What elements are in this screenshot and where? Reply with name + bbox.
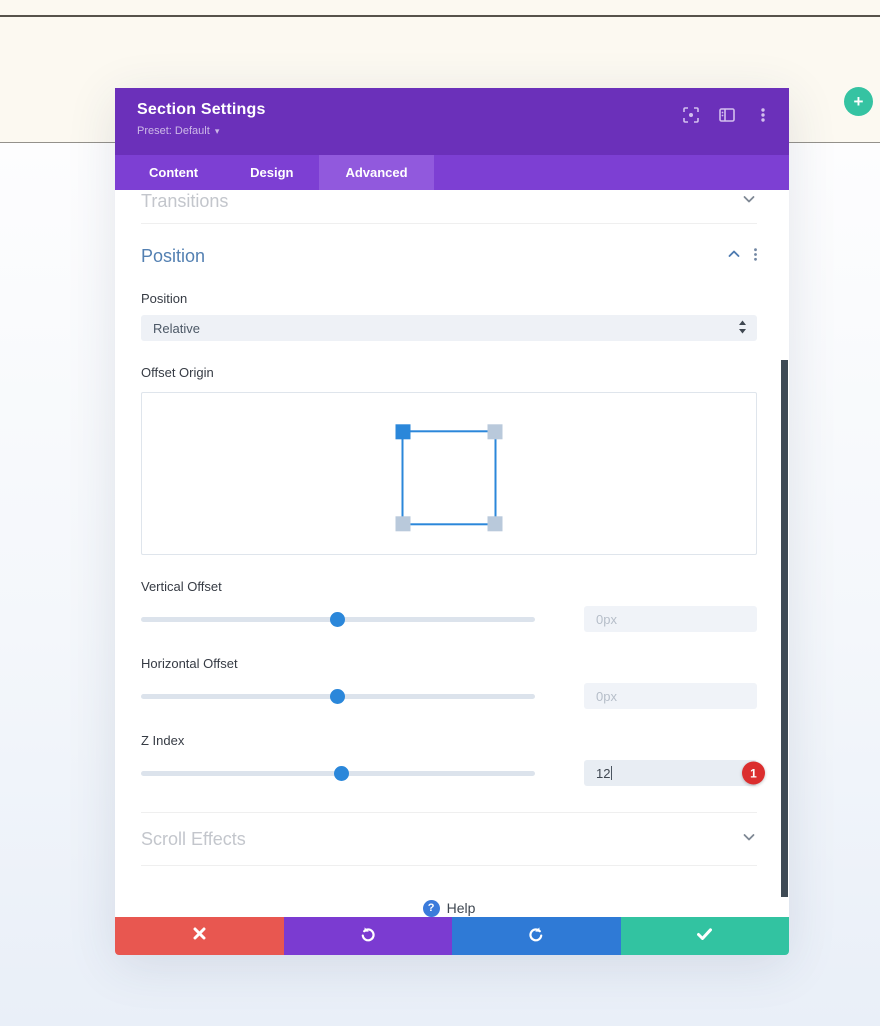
position-select-value: Relative — [153, 320, 200, 336]
horizontal-offset-row — [141, 683, 757, 709]
undo-icon — [360, 926, 376, 947]
vertical-offset-slider[interactable] — [141, 611, 535, 627]
plus-icon: + — [853, 91, 864, 111]
offset-origin-label: Offset Origin — [141, 365, 214, 380]
check-icon — [697, 927, 713, 945]
vertical-offset-row — [141, 606, 757, 632]
tab-advanced[interactable]: Advanced — [319, 155, 434, 190]
z-index-value: 12 — [596, 765, 611, 781]
transitions-section-title: Transitions — [141, 191, 229, 211]
section-settings-modal: Section Settings Preset: Default ▾ Conte… — [115, 88, 789, 955]
position-select[interactable]: Relative — [141, 315, 757, 341]
z-index-row: 12 1 — [141, 760, 765, 786]
modal-header-left: Section Settings Preset: Default ▾ — [137, 101, 266, 155]
modal-body: Transitions Position Position Relative O… — [115, 190, 789, 917]
section-kebab-icon[interactable] — [754, 247, 757, 266]
horizontal-offset-label: Horizontal Offset — [141, 656, 238, 671]
slider-thumb[interactable] — [330, 611, 345, 627]
tab-content[interactable]: Content — [123, 155, 224, 190]
horizontal-offset-slider[interactable] — [141, 688, 535, 704]
z-index-slider[interactable] — [141, 765, 535, 781]
vertical-offset-input[interactable] — [584, 606, 757, 632]
origin-handle-top-right[interactable] — [487, 423, 503, 439]
scroll-effects-section-title: Scroll Effects — [141, 828, 246, 849]
kebab-menu-icon[interactable] — [755, 107, 771, 123]
modal-header: Section Settings Preset: Default ▾ — [115, 88, 789, 155]
modal-footer — [115, 917, 789, 955]
position-section-title: Position — [141, 246, 206, 266]
z-index-label: Z Index — [141, 733, 185, 748]
scroll-effects-section-toggle[interactable]: Scroll Effects — [141, 812, 757, 866]
slider-thumb[interactable] — [330, 688, 345, 704]
z-index-input-wrap: 12 1 — [584, 760, 765, 786]
chevron-down-icon — [741, 829, 757, 850]
horizontal-offset-input[interactable] — [584, 683, 757, 709]
help-icon: ? — [422, 899, 440, 917]
tab-design[interactable]: Design — [224, 155, 319, 190]
discard-button[interactable] — [115, 917, 284, 955]
x-icon — [193, 927, 206, 945]
preset-label: Preset: Default — [137, 125, 210, 137]
origin-handle-top-left[interactable] — [395, 423, 411, 439]
text-caret — [611, 766, 613, 780]
position-section-controls — [726, 246, 757, 267]
page-section-divider-top — [0, 15, 880, 17]
dock-icon[interactable] — [719, 107, 735, 123]
redo-icon — [528, 926, 544, 947]
origin-handle-bottom-left[interactable] — [395, 515, 411, 531]
position-section: Position Position Relative Offset Origin… — [141, 224, 765, 786]
scrollbar[interactable] — [781, 360, 788, 897]
z-index-input[interactable]: 12 — [584, 760, 757, 786]
modal-tabbar: Content Design Advanced — [115, 155, 789, 190]
preset-dropdown[interactable]: Preset: Default ▾ — [137, 125, 266, 137]
redo-button[interactable] — [452, 917, 621, 955]
position-field-label: Position — [141, 291, 188, 306]
help-label: Help — [446, 900, 476, 916]
chevron-down-icon — [741, 191, 757, 212]
vertical-offset-label: Vertical Offset — [141, 579, 222, 594]
modal-header-icons — [683, 101, 771, 155]
help-link[interactable]: ? Help — [141, 866, 757, 917]
add-section-button[interactable]: + — [844, 87, 873, 116]
origin-handle-bottom-right[interactable] — [487, 515, 503, 531]
offset-origin-picker — [141, 392, 757, 555]
slider-thumb[interactable] — [333, 765, 349, 781]
transitions-section-toggle[interactable]: Transitions — [141, 190, 757, 224]
focus-icon[interactable] — [683, 107, 699, 123]
chevron-up-icon[interactable] — [726, 246, 742, 267]
save-button[interactable] — [620, 917, 789, 955]
chevron-down-icon: ▾ — [214, 126, 220, 136]
offset-origin-square — [395, 423, 503, 531]
updown-arrows-icon — [738, 320, 747, 337]
modal-title: Section Settings — [137, 101, 266, 118]
change-count-badge: 1 — [742, 761, 765, 785]
undo-button[interactable] — [283, 917, 452, 955]
position-section-header[interactable]: Position — [141, 246, 757, 267]
